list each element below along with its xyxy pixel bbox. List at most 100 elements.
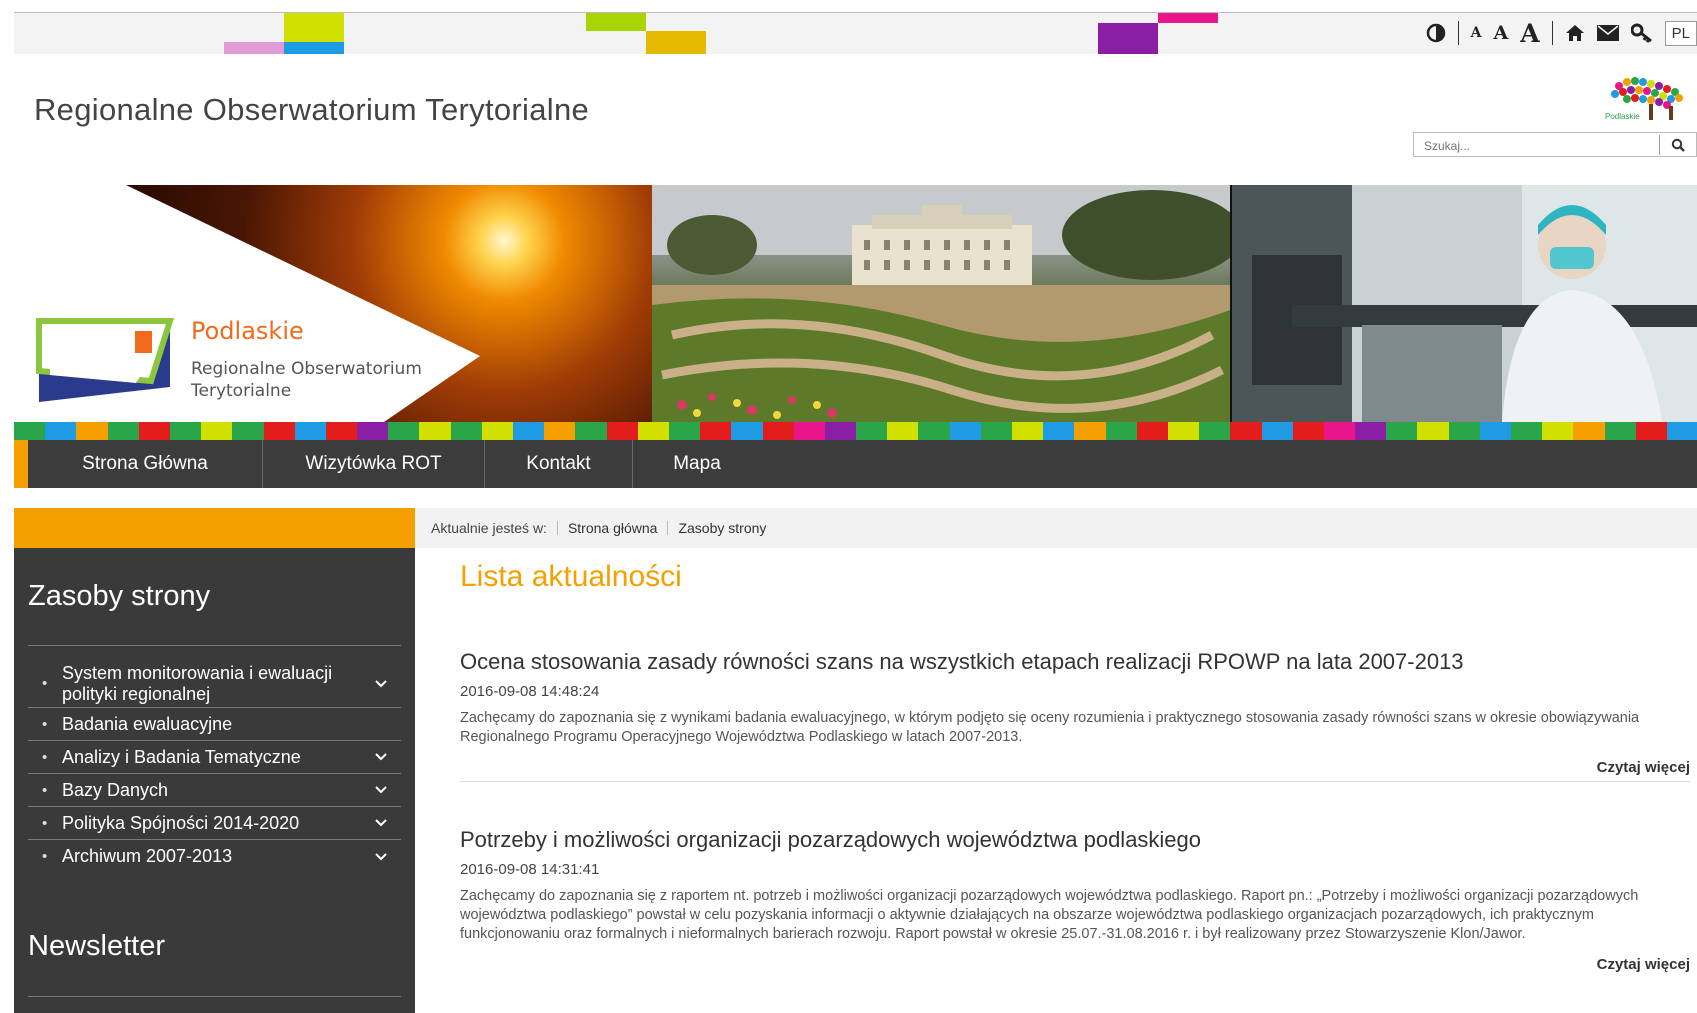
read-more-link[interactable]: Czytaj więcej — [460, 759, 1690, 776]
news-article: Potrzeby i możliwości organizacji pozarz… — [460, 827, 1690, 973]
podlaskie-rot-logo[interactable]: Podlaskie Regionalne Obserwatorium Teryt… — [36, 311, 456, 411]
color-stripe-segment — [388, 422, 420, 440]
color-stripe-segment — [1355, 422, 1387, 440]
color-stripe-segment — [450, 422, 482, 440]
color-stripe-segment — [1386, 422, 1418, 440]
color-stripe-segment — [793, 422, 825, 440]
color-stripe-segment — [544, 422, 576, 440]
search-button[interactable] — [1659, 135, 1696, 155]
page-title: Lista aktualności — [460, 560, 682, 593]
nav-item-about-rot[interactable]: Wizytówka ROT — [263, 440, 485, 488]
top-toolbar-strip: A A A PL — [14, 12, 1697, 54]
color-stripe-segment — [887, 422, 919, 440]
color-stripe-segment — [824, 422, 857, 440]
search-box — [1413, 132, 1697, 157]
sidebar-item-cohesion-policy[interactable]: • Polityka Spójności 2014-2020 — [28, 807, 401, 840]
key-icon[interactable] — [1630, 23, 1653, 43]
color-stripe-divider — [14, 422, 1697, 440]
sidebar-divider — [28, 996, 401, 997]
article-title-link[interactable]: Potrzeby i możliwości organizacji pozarz… — [460, 827, 1690, 853]
bullet-icon: • — [42, 814, 48, 832]
color-stripe-segment — [918, 422, 950, 440]
sidebar-item-thematic-analyses[interactable]: • Analizy i Badania Tematyczne — [28, 741, 401, 774]
nav-accent — [14, 440, 28, 488]
color-stripe-segment — [1012, 422, 1044, 440]
color-stripe-segment — [419, 422, 451, 440]
color-stripe-segment — [1604, 422, 1636, 440]
color-stripe-segment — [325, 422, 358, 440]
color-stripe-segment — [1666, 422, 1697, 440]
sidebar-item-databases[interactable]: • Bazy Danych — [28, 774, 401, 807]
article-date: 2016-09-08 14:31:41 — [460, 861, 600, 878]
rot-logo-subtitle-2: Terytorialne — [191, 381, 292, 401]
read-more-link[interactable]: Czytaj więcej — [460, 956, 1690, 973]
search-icon — [1671, 138, 1685, 152]
mail-icon[interactable] — [1596, 25, 1619, 41]
nav-item-map[interactable]: Mapa — [633, 440, 761, 488]
color-stripe-segment — [294, 422, 326, 440]
color-stripe-segment — [513, 422, 545, 440]
decor-square — [224, 42, 284, 54]
chevron-down-icon[interactable] — [361, 786, 401, 794]
decor-square — [284, 13, 344, 42]
font-small-icon[interactable]: A — [1471, 25, 1482, 41]
color-stripe-segment — [700, 422, 732, 440]
page: A A A PL Regionalne Obserwatorium Teryto… — [0, 0, 1697, 1013]
color-stripe-segment — [606, 422, 638, 440]
chevron-down-icon[interactable] — [361, 679, 401, 688]
sidebar-item-label: Bazy Danych — [62, 779, 169, 800]
home-icon[interactable] — [1565, 24, 1585, 42]
color-stripe-segment — [1417, 422, 1449, 440]
brand-logo-text: Podlaskie — [1605, 112, 1640, 121]
chevron-down-icon[interactable] — [361, 753, 401, 761]
chevron-down-icon[interactable] — [361, 852, 401, 861]
color-stripe-segment — [138, 422, 170, 440]
bullet-icon: • — [42, 781, 48, 799]
bullet-icon: • — [42, 748, 48, 766]
color-stripe-segment — [169, 422, 202, 440]
sidebar-menu: • System monitorowania i ewaluacji polit… — [28, 660, 401, 873]
language-switch[interactable]: PL — [1664, 20, 1697, 46]
decor-square — [1098, 23, 1158, 54]
color-stripe-segment — [232, 422, 264, 440]
site-title[interactable]: Regionalne Obserwatorium Terytorialne — [34, 92, 589, 128]
article-divider — [460, 781, 1690, 782]
breadcrumb-current[interactable]: Zasoby strony — [678, 520, 766, 536]
color-stripe-segment — [263, 422, 295, 440]
color-stripe-segment — [575, 422, 607, 440]
sidebar-item-label: System monitorowania i ewaluacji polityk… — [62, 662, 333, 704]
sidebar-item-evaluation-studies[interactable]: • Badania ewaluacyjne — [28, 708, 401, 741]
sidebar-item-archive[interactable]: • Archiwum 2007-2013 — [28, 840, 401, 873]
nav-item-home[interactable]: Strona Główna — [28, 440, 263, 488]
main-navigation: Strona Główna Wizytówka ROT Kontakt Mapa — [14, 440, 1697, 488]
accessibility-toolbar: A A A PL — [1426, 15, 1697, 51]
search-input[interactable] — [1422, 135, 1656, 156]
sidebar-item-label: Polityka Spójności 2014-2020 — [62, 812, 300, 833]
podlaskie-brand-logo[interactable]: Podlaskie — [1569, 72, 1689, 124]
header-banner: Podlaskie Regionalne Obserwatorium Teryt… — [14, 185, 1697, 422]
chevron-down-icon[interactable] — [361, 819, 401, 827]
nav-item-contact[interactable]: Kontakt — [485, 440, 633, 488]
breadcrumb-home-link[interactable]: Strona główna — [568, 520, 658, 536]
decor-square — [646, 31, 706, 54]
color-stripe-segment — [1323, 422, 1356, 440]
color-stripe-segment — [1043, 422, 1075, 440]
color-stripe-segment — [1105, 422, 1137, 440]
color-stripe-segment — [949, 422, 981, 440]
font-medium-icon[interactable]: A — [1493, 22, 1508, 44]
banner-palace-garden-photo — [652, 185, 1230, 422]
font-large-icon[interactable]: A — [1520, 19, 1539, 48]
color-stripe-segment — [481, 422, 513, 440]
rot-logo-name: Podlaskie — [191, 317, 304, 345]
article-excerpt: Zachęcamy do zapoznania się z raportem n… — [460, 888, 1639, 942]
sidebar: Zasoby strony • System monitorowania i e… — [14, 548, 415, 1013]
color-stripe-segment — [1292, 422, 1324, 440]
tree-logo-crown — [1611, 77, 1683, 109]
contrast-icon[interactable] — [1426, 23, 1446, 43]
article-title-link[interactable]: Ocena stosowania zasady równości szans n… — [460, 649, 1690, 675]
color-stripe-segment — [1573, 422, 1605, 440]
sidebar-title: Zasoby strony — [28, 580, 211, 612]
decor-square — [284, 42, 344, 54]
color-stripe-segment — [1479, 422, 1511, 440]
sidebar-item-monitoring-system[interactable]: • System monitorowania i ewaluacji polit… — [28, 660, 401, 708]
